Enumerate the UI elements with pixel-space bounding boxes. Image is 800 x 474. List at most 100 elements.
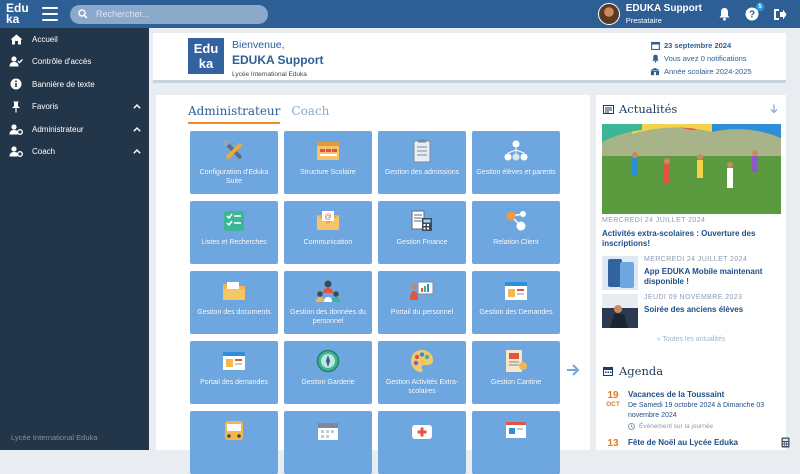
clock-icon <box>628 423 635 430</box>
news-hero-image[interactable] <box>602 124 781 214</box>
tab-coach[interactable]: Coach <box>291 104 329 124</box>
avatar[interactable] <box>597 3 620 25</box>
logo-text-line2: ka <box>6 12 20 26</box>
sidebar-footer: Lycée International Eduka <box>11 433 98 442</box>
menu-toggle-icon[interactable] <box>42 7 58 21</box>
agenda-item[interactable]: 13 Fête de Noël au Lycée Eduka <box>602 438 782 449</box>
tile-label: Gestion des admissions <box>384 169 460 176</box>
eduka-brand-logo: Edu ka <box>188 38 224 74</box>
news-item[interactable]: MERCREDI 24 JUILLET 2024 Activités extra… <box>602 217 782 249</box>
module-tile[interactable]: Relation Client <box>472 201 560 264</box>
news-title[interactable]: App EDUKA Mobile maintenant disponible ! <box>644 267 782 287</box>
bus-icon <box>225 421 243 440</box>
module-tile[interactable]: Listes et Recherches <box>190 201 278 264</box>
agenda-title[interactable]: Fête de Noël au Lycée Eduka <box>628 438 738 447</box>
sidebar-item-favoris[interactable]: Favoris <box>0 96 149 119</box>
sidebar-item-banniere[interactable]: Bannière de texte <box>0 73 149 96</box>
greeting: Bienvenue, <box>232 39 285 51</box>
module-tile[interactable]: Gestion Finance <box>378 201 466 264</box>
tile-label: Gestion des Demandes <box>479 309 553 316</box>
news-item[interactable]: JEUDI 09 NOVEMBRE 2023 Soirée des ancien… <box>602 294 782 328</box>
tile-label: Gestion Activités Extra-scolaires <box>385 379 459 395</box>
tile-label: Gestion des documents <box>197 309 271 316</box>
brand-text-line2: ka <box>198 56 214 71</box>
current-date: 23 septembre 2024 <box>664 41 732 50</box>
notifications-row[interactable]: Vous avez 0 notifications <box>650 52 752 65</box>
module-tile[interactable]: Gestion des documents <box>190 271 278 334</box>
user-gear-icon <box>9 123 23 135</box>
news-thumbnail[interactable] <box>602 294 638 328</box>
school-name: Lycée International Eduka <box>232 71 307 78</box>
logout-icon[interactable] <box>772 6 788 22</box>
module-tile[interactable]: @ Communication <box>284 201 372 264</box>
tile-label: Configuration d'Eduka Suite <box>199 169 269 185</box>
agenda-item[interactable]: 19 OCT Vacances de la Toussaint De Samed… <box>602 390 782 430</box>
chevron-up-icon[interactable] <box>133 104 141 109</box>
agenda-type: Événement sur la journée <box>628 423 782 430</box>
search-input[interactable] <box>96 9 256 19</box>
module-tile[interactable] <box>284 411 372 474</box>
module-tile[interactable]: Structure Scolaire <box>284 131 372 194</box>
news-item[interactable]: MERCREDI 24 JUILLET 2024 App EDUKA Mobil… <box>602 256 782 290</box>
bell-icon[interactable] <box>716 6 732 22</box>
info-icon <box>9 78 23 90</box>
sidebar-item-coach[interactable]: Coach <box>0 141 149 164</box>
window-icon <box>505 282 527 300</box>
module-tile[interactable] <box>190 411 278 474</box>
tile-label: Gestion Cantine <box>490 379 542 386</box>
agenda-day: 13 <box>607 438 619 449</box>
module-tile[interactable]: Gestion des données du personnel <box>284 271 372 334</box>
people-network-icon <box>504 140 528 161</box>
news-thumbnail[interactable] <box>602 256 638 290</box>
module-tile[interactable] <box>378 411 466 474</box>
home-icon <box>9 33 23 45</box>
help-badge: 5 <box>756 3 764 11</box>
folder-icon <box>223 282 245 300</box>
news-title[interactable]: Activités extra-scolaires : Ouverture de… <box>602 229 782 249</box>
all-news-link[interactable]: « Toutes les actualités <box>596 336 786 343</box>
search-box[interactable] <box>70 4 268 24</box>
sidebar-item-controle-acces[interactable]: Contrôle d'accès <box>0 51 149 74</box>
help-icon[interactable]: ? 5 <box>744 3 764 22</box>
date-row: 23 septembre 2024 <box>650 39 752 52</box>
module-tile[interactable] <box>472 411 560 474</box>
calculator-icon[interactable] <box>781 437 790 448</box>
module-tile[interactable]: Gestion élèves et parents <box>472 131 560 194</box>
chevron-up-icon[interactable] <box>133 126 141 132</box>
module-tile[interactable]: Gestion des admissions <box>378 131 466 194</box>
module-tile[interactable]: Gestion Cantine <box>472 341 560 404</box>
welcome-card: Edu ka Bienvenue, EDUKA Support Lycée In… <box>153 33 786 83</box>
sidebar-item-label: Accueil <box>32 34 58 44</box>
module-tile[interactable]: Portail des demandes <box>190 341 278 404</box>
sidebar-item-label: Administrateur <box>32 124 84 134</box>
module-tile[interactable]: Gestion Activités Extra-scolaires <box>378 341 466 404</box>
agenda-title[interactable]: Vacances de la Toussaint <box>628 390 782 399</box>
layout-icon <box>317 142 339 160</box>
sidebar-item-label: Favoris <box>32 102 59 112</box>
module-tile[interactable]: Gestion des Demandes <box>472 271 560 334</box>
tile-label: Gestion des données du personnel <box>290 309 366 325</box>
news-title[interactable]: Soirée des anciens élèves <box>644 305 743 315</box>
eduka-logo[interactable]: Edu ka <box>6 0 36 28</box>
arrow-right-icon[interactable] <box>566 363 580 377</box>
tile-label: Relation Client <box>493 239 539 246</box>
bell-icon <box>650 54 660 63</box>
chevron-up-icon[interactable] <box>133 149 141 154</box>
pin-icon <box>9 101 23 113</box>
welcome-name: EDUKA Support <box>232 53 324 67</box>
tab-administrateur[interactable]: Administrateur <box>188 104 281 124</box>
user-info[interactable]: EDUKA Support Prestataire <box>626 3 702 25</box>
tile-label: Structure Scolaire <box>300 169 356 176</box>
arrow-down-icon[interactable] <box>770 104 778 114</box>
module-tile[interactable]: Gestion Garderie <box>284 341 372 404</box>
module-tile[interactable]: Portail du personnel <box>378 271 466 334</box>
tile-label: Gestion Garderie <box>301 379 355 386</box>
sidebar-item-accueil[interactable]: Accueil <box>0 28 149 51</box>
calendar-icon <box>650 41 660 50</box>
module-tile[interactable]: Configuration d'Eduka Suite <box>190 131 278 194</box>
agenda-month: OCT <box>606 401 620 408</box>
agenda-section-title: Agenda <box>619 364 664 378</box>
sidebar-item-administrateur[interactable]: Administrateur <box>0 118 149 141</box>
tile-label: Gestion Finance <box>396 239 448 246</box>
compass-icon <box>316 349 340 373</box>
